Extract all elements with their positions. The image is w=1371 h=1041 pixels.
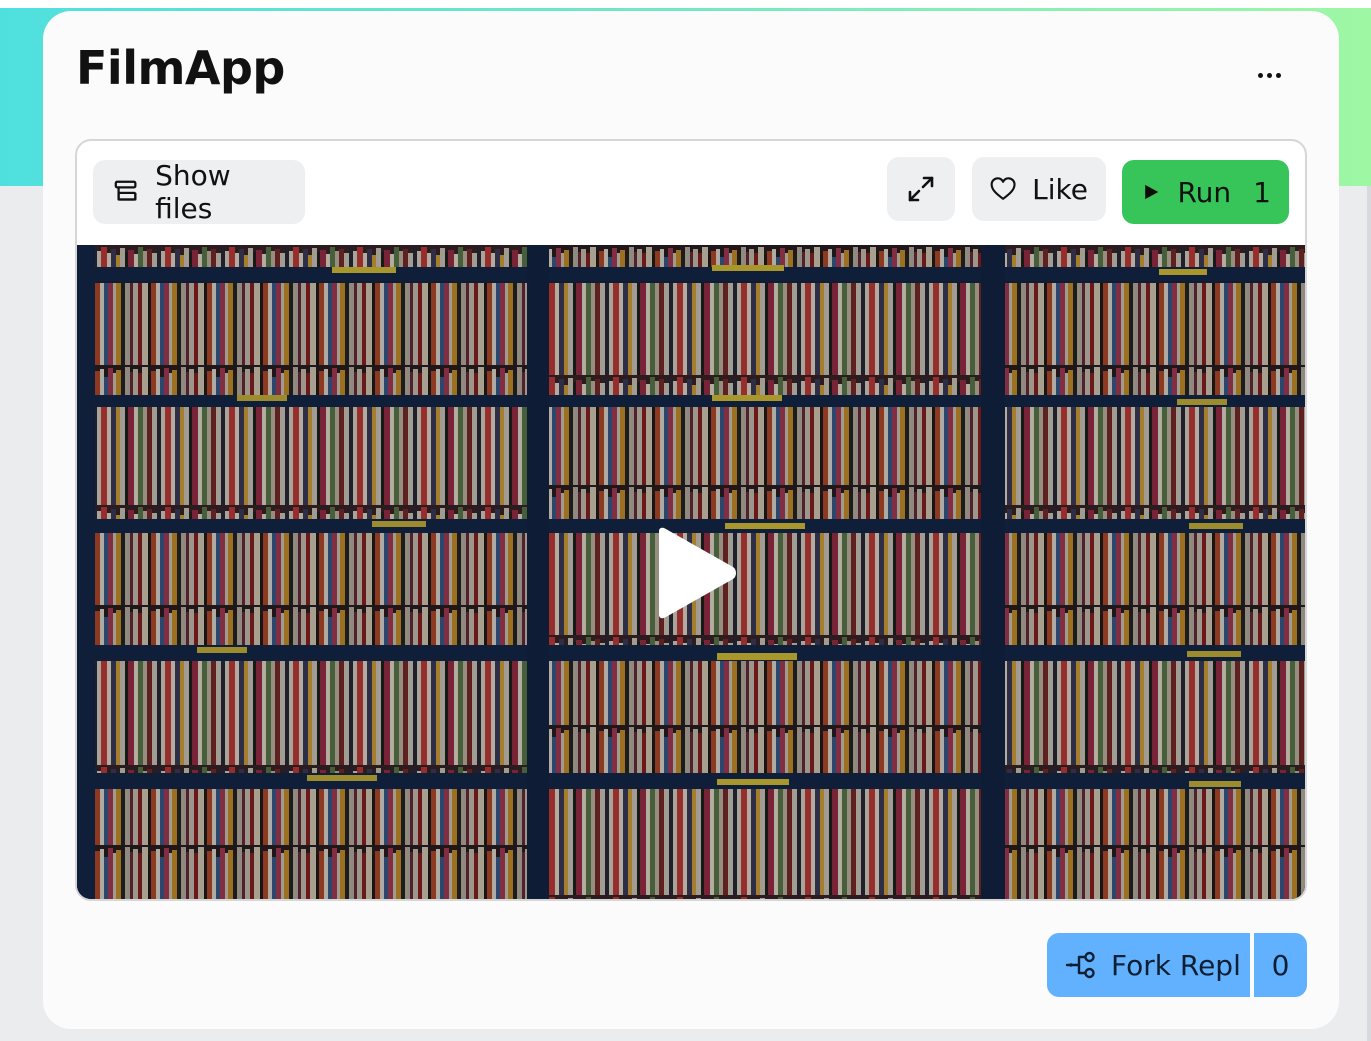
run-label: Run: [1177, 175, 1232, 209]
show-files-label: Show files: [155, 159, 231, 225]
heart-icon: [990, 177, 1016, 200]
ellipsis-icon: [1257, 72, 1263, 78]
fork-label: Fork Repl: [1111, 948, 1241, 982]
expand-button[interactable]: [887, 157, 955, 221]
more-options-button[interactable]: [1251, 63, 1287, 87]
fork-repl-button[interactable]: Fork Repl: [1047, 933, 1250, 997]
run-count: 1: [1253, 175, 1271, 209]
fork-count[interactable]: 0: [1254, 933, 1307, 997]
run-button[interactable]: Run 1: [1122, 160, 1289, 224]
fork-icon: [1065, 951, 1095, 979]
files-icon: [114, 180, 137, 201]
like-label: Like: [1032, 172, 1088, 206]
top-strip: [0, 0, 1371, 8]
fork-group: Fork Repl 0: [1047, 933, 1307, 997]
play-icon: [1145, 184, 1159, 200]
play-video-icon[interactable]: [653, 527, 737, 619]
repl-embed: Show files Like Run 1: [75, 139, 1307, 901]
page-title: FilmApp: [76, 41, 285, 95]
expand-icon: [908, 176, 934, 202]
repl-toolbar: Show files Like Run 1: [77, 141, 1305, 245]
scrollbar-track[interactable]: [1367, 186, 1371, 1041]
like-button[interactable]: Like: [972, 157, 1106, 221]
repl-card: FilmApp Show files Like Run 1 Fork Repl …: [43, 11, 1339, 1029]
repl-cover-image[interactable]: [77, 245, 1305, 899]
show-files-button[interactable]: Show files: [93, 159, 305, 225]
